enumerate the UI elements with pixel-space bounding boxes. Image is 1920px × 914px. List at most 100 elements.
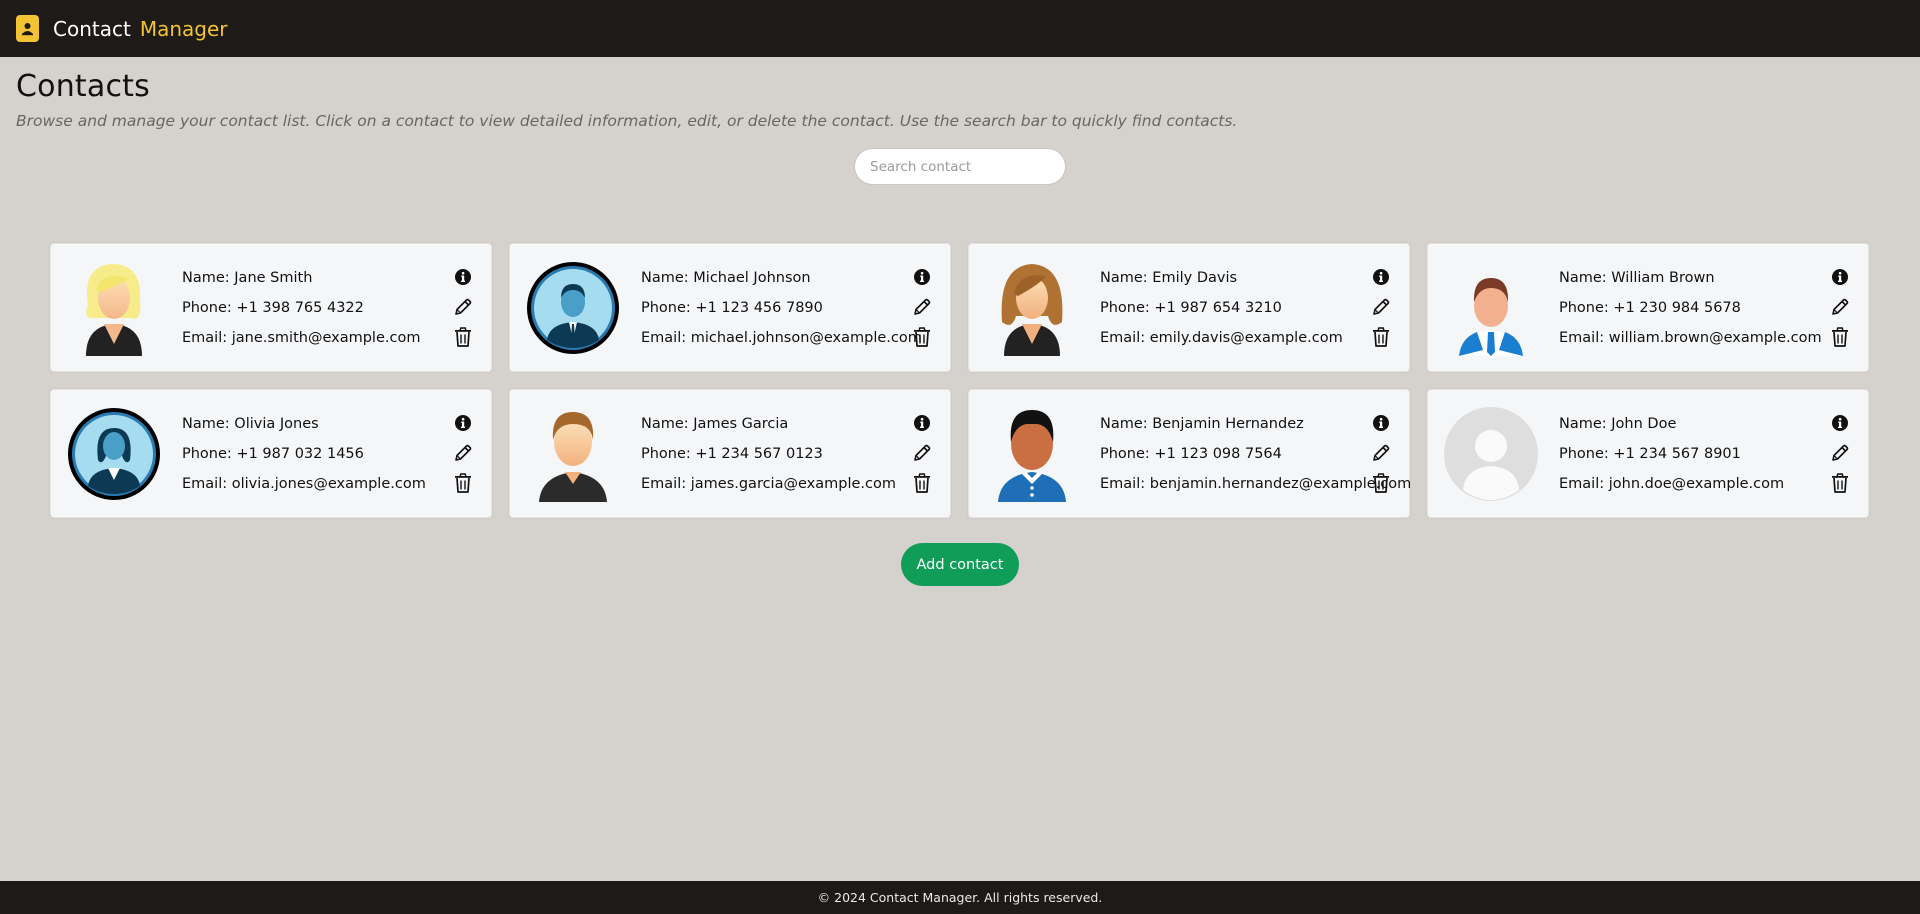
contact-name-row: Name: Michael Johnson <box>641 263 922 293</box>
page-header: Contacts Browse and manage your contact … <box>0 57 1920 130</box>
name-label: Name: <box>641 269 689 286</box>
contact-actions <box>1829 412 1851 494</box>
contact-name-row: Name: Olivia Jones <box>182 409 426 439</box>
contact-email: emily.davis@example.com <box>1149 329 1343 346</box>
brand-name-accent[interactable]: Manager <box>140 17 228 41</box>
contact-actions <box>911 412 933 494</box>
name-label: Name: <box>1559 269 1607 286</box>
footer: © 2024 Contact Manager. All rights reser… <box>0 881 1920 914</box>
trash-icon[interactable] <box>1829 326 1851 348</box>
contact-email-row: Email: james.garcia@example.com <box>641 469 896 499</box>
trash-icon[interactable] <box>452 326 474 348</box>
contact-phone-row: Phone: +1 398 765 4322 <box>182 293 420 323</box>
search-bar <box>0 148 1920 185</box>
contact-actions <box>452 266 474 348</box>
contact-name: Michael Johnson <box>693 269 811 286</box>
contact-card[interactable]: Name: Jane Smith Phone: +1 398 765 4322 … <box>50 243 492 372</box>
contact-info: Name: Jane Smith Phone: +1 398 765 4322 … <box>182 263 420 353</box>
info-icon[interactable] <box>911 266 933 288</box>
avatar <box>66 260 162 356</box>
pencil-icon[interactable] <box>1829 296 1851 318</box>
phone-label: Phone: <box>1559 299 1609 316</box>
pencil-icon[interactable] <box>1370 442 1392 464</box>
email-label: Email: <box>1100 475 1146 492</box>
contact-card[interactable]: Name: Emily Davis Phone: +1 987 654 3210… <box>968 243 1410 372</box>
copyright-text: © 2024 Contact Manager. All rights reser… <box>817 890 1103 905</box>
contact-name: John Doe <box>1611 415 1677 432</box>
page-description: Browse and manage your contact list. Cli… <box>16 112 1238 130</box>
info-icon[interactable] <box>1829 412 1851 434</box>
contact-book-icon[interactable] <box>16 15 39 42</box>
contact-card[interactable]: Name: James Garcia Phone: +1 234 567 012… <box>509 389 951 518</box>
contact-email: james.garcia@example.com <box>690 475 896 492</box>
contact-info: Name: William Brown Phone: +1 230 984 56… <box>1559 263 1822 353</box>
trash-icon[interactable] <box>452 472 474 494</box>
pencil-icon[interactable] <box>1370 296 1392 318</box>
contact-name-row: Name: Emily Davis <box>1100 263 1343 293</box>
trash-icon[interactable] <box>1370 472 1392 494</box>
phone-label: Phone: <box>182 299 232 316</box>
contact-email-row: Email: olivia.jones@example.com <box>182 469 426 499</box>
pencil-icon[interactable] <box>1829 442 1851 464</box>
email-label: Email: <box>1559 475 1605 492</box>
contact-name: Emily Davis <box>1152 269 1238 286</box>
contact-info: Name: Michael Johnson Phone: +1 123 456 … <box>641 263 922 353</box>
contact-card[interactable]: Name: William Brown Phone: +1 230 984 56… <box>1427 243 1869 372</box>
pencil-icon[interactable] <box>911 296 933 318</box>
contact-email-row: Email: william.brown@example.com <box>1559 323 1822 353</box>
contact-email-row: Email: michael.johnson@example.com <box>641 323 922 353</box>
brand-name-primary[interactable]: Contact <box>53 17 131 41</box>
avatar <box>984 406 1080 502</box>
name-label: Name: <box>182 415 230 432</box>
contact-email: olivia.jones@example.com <box>231 475 426 492</box>
pencil-icon[interactable] <box>452 442 474 464</box>
info-icon[interactable] <box>911 412 933 434</box>
contact-card[interactable]: Name: John Doe Phone: +1 234 567 8901 Em… <box>1427 389 1869 518</box>
name-label: Name: <box>182 269 230 286</box>
avatar <box>984 260 1080 356</box>
contact-info: Name: Benjamin Hernandez Phone: +1 123 0… <box>1100 409 1411 499</box>
avatar <box>1443 260 1539 356</box>
name-label: Name: <box>1100 415 1148 432</box>
contact-phone-row: Phone: +1 987 654 3210 <box>1100 293 1343 323</box>
contact-name: Benjamin Hernandez <box>1152 415 1304 432</box>
name-label: Name: <box>1100 269 1148 286</box>
info-icon[interactable] <box>1829 266 1851 288</box>
contact-phone-row: Phone: +1 987 032 1456 <box>182 439 426 469</box>
trash-icon[interactable] <box>911 472 933 494</box>
add-contact-button[interactable]: Add contact <box>901 543 1019 586</box>
contact-phone: +1 230 984 5678 <box>1613 299 1741 316</box>
contact-email: william.brown@example.com <box>1608 329 1822 346</box>
info-icon[interactable] <box>1370 266 1392 288</box>
contact-card[interactable]: Name: Michael Johnson Phone: +1 123 456 … <box>509 243 951 372</box>
pencil-icon[interactable] <box>911 442 933 464</box>
pencil-icon[interactable] <box>452 296 474 318</box>
contact-email-row: Email: emily.davis@example.com <box>1100 323 1343 353</box>
trash-icon[interactable] <box>1370 326 1392 348</box>
name-label: Name: <box>1559 415 1607 432</box>
trash-icon[interactable] <box>911 326 933 348</box>
info-icon[interactable] <box>452 266 474 288</box>
contact-actions <box>452 412 474 494</box>
trash-icon[interactable] <box>1829 472 1851 494</box>
contact-info: Name: James Garcia Phone: +1 234 567 012… <box>641 409 896 499</box>
contact-phone: +1 398 765 4322 <box>236 299 364 316</box>
info-icon[interactable] <box>452 412 474 434</box>
contact-phone: +1 123 456 7890 <box>695 299 823 316</box>
contact-grid: Name: Jane Smith Phone: +1 398 765 4322 … <box>50 243 1870 518</box>
contact-name-row: Name: William Brown <box>1559 263 1822 293</box>
contact-card[interactable]: Name: Olivia Jones Phone: +1 987 032 145… <box>50 389 492 518</box>
phone-label: Phone: <box>641 445 691 462</box>
contact-name-row: Name: Jane Smith <box>182 263 420 293</box>
search-input[interactable] <box>854 148 1066 185</box>
contact-card[interactable]: Name: Benjamin Hernandez Phone: +1 123 0… <box>968 389 1411 518</box>
contact-info: Name: John Doe Phone: +1 234 567 8901 Em… <box>1559 409 1784 499</box>
avatar <box>525 260 621 356</box>
email-label: Email: <box>182 329 228 346</box>
contact-email: michael.johnson@example.com <box>690 329 922 346</box>
contact-info: Name: Olivia Jones Phone: +1 987 032 145… <box>182 409 426 499</box>
contact-name: Olivia Jones <box>234 415 319 432</box>
contact-phone-row: Phone: +1 123 098 7564 <box>1100 439 1411 469</box>
info-icon[interactable] <box>1370 412 1392 434</box>
phone-label: Phone: <box>1559 445 1609 462</box>
